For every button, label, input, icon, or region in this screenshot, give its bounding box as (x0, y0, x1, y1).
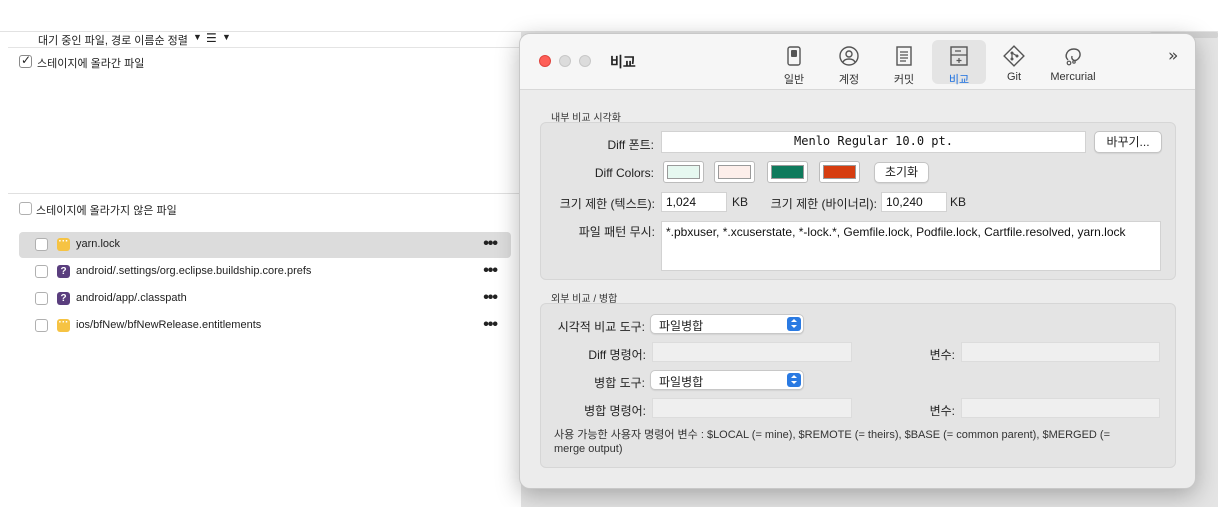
more-options-icon[interactable]: ••• (483, 316, 498, 334)
file-row[interactable]: ? android/.settings/org.eclipse.buildshi… (19, 259, 511, 285)
tab-label: 비교 (948, 74, 970, 86)
diff-icon (950, 46, 968, 66)
merge-args-input[interactable] (961, 398, 1160, 418)
untracked-file-icon: ? (57, 292, 70, 305)
sort-bar: 대기 중인 파일, 경로 이름순 정렬 ▼ ☰ ▼ (8, 31, 520, 48)
minimize-button[interactable] (559, 55, 571, 67)
staged-checkbox[interactable] (19, 53, 32, 68)
modified-file-icon (57, 316, 70, 332)
unstaged-label: 스테이지에 올라가지 않은 파일 (36, 205, 177, 217)
visual-diff-tool-popup[interactable]: 파일병합 (650, 314, 804, 334)
list-options-icon[interactable]: ☰ (206, 31, 217, 45)
merge-command-label: 병합 명령어: (584, 404, 646, 418)
window-toolbar: 비교 일반 계정 커밋 비교 Git Mercurial » (520, 34, 1195, 90)
color-swatch (718, 165, 751, 179)
file-checkbox[interactable] (35, 265, 48, 278)
tab-commit[interactable]: 커밋 (877, 40, 931, 86)
tab-label: 일반 (783, 74, 805, 86)
account-icon (839, 46, 859, 66)
color-swatch (823, 165, 856, 179)
binary-limit-unit: KB (950, 195, 967, 209)
document-icon (896, 46, 912, 66)
more-options-icon[interactable]: ••• (483, 235, 498, 253)
staged-label: 스테이지에 올라간 파일 (37, 58, 145, 70)
tab-label: Mercurial (1050, 71, 1096, 83)
file-row[interactable]: ios/bfNew/bfNewRelease.entitlements ••• (19, 313, 511, 339)
file-checkbox[interactable] (35, 238, 48, 251)
diff-font-label: Diff 폰트: (607, 138, 654, 152)
close-button[interactable] (539, 55, 551, 67)
file-name: android/app/.classpath (76, 292, 187, 304)
toolbar-overflow-button[interactable]: » (1168, 46, 1178, 66)
merge-command-input[interactable] (652, 398, 852, 418)
added-highlight-color-well[interactable] (767, 161, 808, 183)
color-swatch (667, 165, 700, 179)
change-font-button[interactable]: 바꾸기... (1094, 131, 1162, 153)
mercurial-icon (1065, 48, 1081, 66)
git-icon (1003, 45, 1025, 67)
visual-diff-tool-label: 시각적 비교 도구: (557, 320, 645, 334)
merge-tool-popup[interactable]: 파일병합 (650, 370, 804, 390)
file-checkbox[interactable] (35, 319, 48, 332)
diff-args-input[interactable] (961, 342, 1160, 362)
file-row[interactable]: yarn.lock ••• (19, 232, 511, 258)
file-row[interactable]: ? android/app/.classpath ••• (19, 286, 511, 312)
variables-help-text: 사용 가능한 사용자 명령어 변수 : $LOCAL (= mine), $RE… (554, 429, 1111, 455)
text-limit-unit: KB (732, 195, 749, 209)
ignore-patterns-input[interactable]: *.pbxuser, *.xcuserstate, *-lock.*, Gemf… (661, 221, 1161, 271)
popup-value: 파일병합 (659, 319, 704, 333)
diff-command-input[interactable] (652, 342, 852, 362)
tab-accounts[interactable]: 계정 (822, 40, 876, 86)
more-options-icon[interactable]: ••• (483, 262, 498, 280)
added-color-well[interactable] (663, 161, 704, 183)
file-name: ios/bfNew/bfNewRelease.entitlements (76, 319, 262, 331)
diff-colors-label: Diff Colors: (594, 166, 654, 180)
tab-label: 계정 (838, 74, 860, 86)
tab-diff[interactable]: 비교 (932, 40, 986, 86)
file-name: yarn.lock (76, 238, 121, 250)
merge-args-label: 변수: (929, 404, 955, 418)
diff-command-label: Diff 명령어: (588, 348, 646, 362)
tab-git[interactable]: Git (987, 40, 1041, 84)
diff-font-field: Menlo Regular 10.0 pt. (661, 131, 1086, 153)
unstaged-checkbox[interactable] (19, 202, 32, 215)
removed-color-well[interactable] (714, 161, 755, 183)
file-checkbox[interactable] (35, 292, 48, 305)
merge-tool-label: 병합 도구: (594, 376, 645, 390)
more-options-icon[interactable]: ••• (483, 289, 498, 307)
text-limit-input[interactable]: 1,024 (661, 192, 727, 212)
color-swatch (771, 165, 804, 179)
switch-icon (787, 46, 801, 66)
staged-section: 스테이지에 올라간 파일 (8, 48, 520, 193)
updown-chevron-icon (787, 317, 801, 331)
untracked-file-icon: ? (57, 265, 70, 278)
chevron-down-icon[interactable]: ▼ (193, 32, 202, 42)
text-limit-label: 크기 제한 (텍스트): (559, 197, 655, 211)
ignore-patterns-label: 파일 패턴 무시: (578, 225, 655, 239)
window-title: 비교 (610, 54, 636, 70)
zoom-button[interactable] (579, 55, 591, 67)
preferences-window: 비교 일반 계정 커밋 비교 Git Mercurial » 내부 비교 시각화… (519, 33, 1196, 489)
sort-dropdown[interactable]: 대기 중인 파일, 경로 이름순 정렬 (38, 32, 188, 48)
removed-highlight-color-well[interactable] (819, 161, 860, 183)
popup-value: 파일병합 (659, 375, 704, 389)
unstaged-header: 스테이지에 올라가지 않은 파일 (8, 194, 520, 224)
file-name: android/.settings/org.eclipse.buildship.… (76, 265, 312, 277)
modified-file-icon (57, 235, 70, 251)
tab-general[interactable]: 일반 (767, 40, 821, 86)
diff-args-label: 변수: (929, 348, 955, 362)
tab-label: Git (1006, 71, 1022, 83)
reset-colors-button[interactable]: 초기화 (874, 162, 929, 183)
binary-limit-label: 크기 제한 (바이너리): (770, 197, 877, 211)
tab-mercurial[interactable]: Mercurial (1042, 40, 1104, 84)
updown-chevron-icon (787, 373, 801, 387)
binary-limit-input[interactable]: 10,240 (881, 192, 947, 212)
chevron-down-icon[interactable]: ▼ (222, 32, 231, 42)
tab-label: 커밋 (893, 74, 915, 86)
app-toolbar (0, 0, 1218, 32)
